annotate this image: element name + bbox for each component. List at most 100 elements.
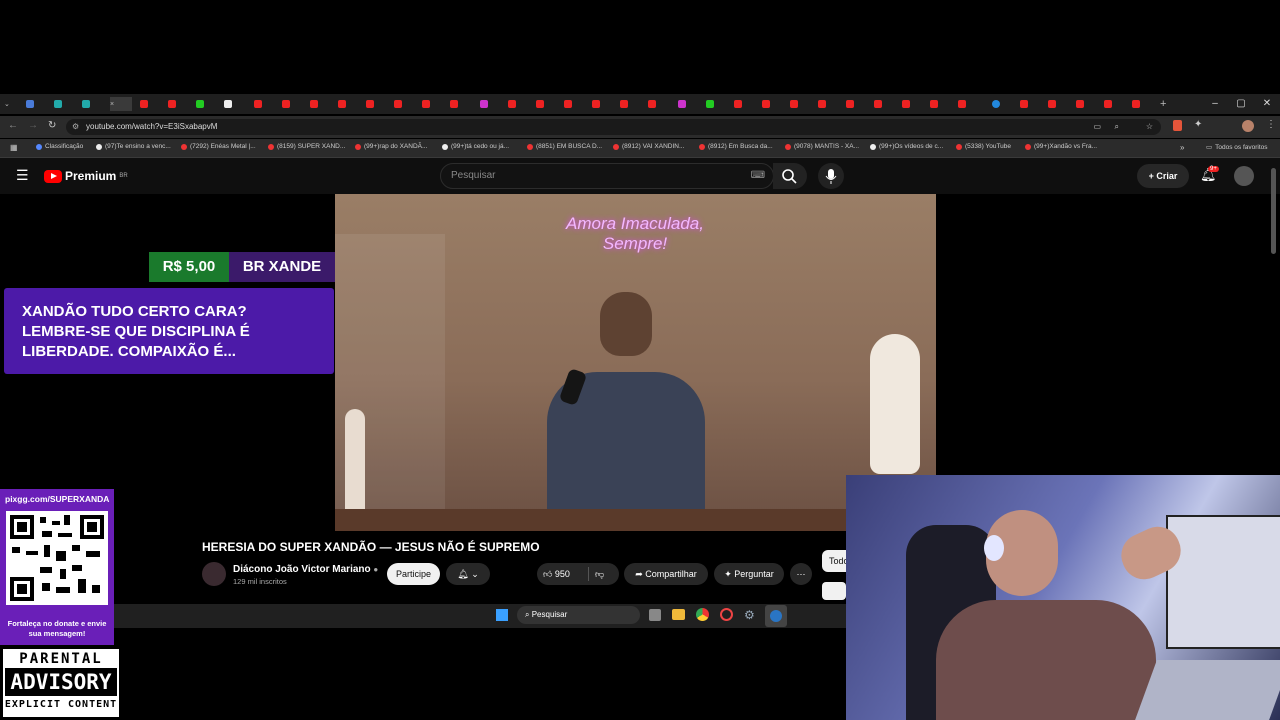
star-icon[interactable]: ☆ <box>1146 119 1153 135</box>
minimize-icon[interactable]: – <box>1202 94 1228 114</box>
browser-tab[interactable] <box>790 97 816 111</box>
browser-tab[interactable] <box>196 97 222 111</box>
browser-tab[interactable] <box>282 97 308 111</box>
taskbar-search[interactable]: ⌕ Pesquisar <box>517 606 640 624</box>
reload-icon[interactable]: ↻ <box>48 120 56 131</box>
browser-tab[interactable] <box>338 97 364 111</box>
browser-tab[interactable] <box>508 97 534 111</box>
browser-tab[interactable] <box>254 97 280 111</box>
task-view-icon[interactable] <box>649 609 661 621</box>
browser-tab[interactable] <box>620 97 646 111</box>
voice-search-button[interactable] <box>818 163 844 189</box>
bookmark-item[interactable]: Classificação <box>36 143 83 150</box>
browser-tab[interactable] <box>1048 97 1074 111</box>
keyboard-icon[interactable]: ⌨ <box>751 164 765 188</box>
url-field[interactable]: ⚙ youtube.com/watch?v=E3iSxabapvM ▭ ⌕ ☆ <box>66 119 1161 135</box>
chrome-icon[interactable] <box>696 608 709 621</box>
channel-avatar[interactable] <box>202 562 226 586</box>
browser-tab[interactable] <box>450 97 476 111</box>
join-button[interactable]: Participe <box>387 563 440 585</box>
bookmark-item[interactable]: (99+)rap do XANDÃ... <box>355 143 427 150</box>
browser-tab[interactable] <box>902 97 928 111</box>
maximize-icon[interactable]: ▢ <box>1228 94 1254 114</box>
bookmark-item[interactable]: (8912) VAI XANDIN... <box>613 143 684 150</box>
zoom-icon[interactable]: ⌕ <box>1115 119 1119 135</box>
cast-icon[interactable]: ▭ <box>1093 119 1101 135</box>
browser-tab[interactable] <box>224 97 250 111</box>
browser-tab[interactable] <box>394 97 420 111</box>
bookmark-item[interactable]: (5338) YouTube <box>956 143 1011 150</box>
subscribed-bell-button[interactable]: 🔔︎ ⌄ <box>446 563 490 585</box>
hamburger-menu-icon[interactable]: ☰ <box>16 167 29 184</box>
chevron-right-icon[interactable]: » <box>1180 143 1184 152</box>
browser-tab[interactable] <box>82 97 108 111</box>
browser-tab[interactable] <box>26 97 52 111</box>
channel-name[interactable]: Diácono João Victor Mariano ● <box>233 564 378 575</box>
account-avatar[interactable] <box>1234 166 1254 186</box>
browser-tab[interactable] <box>140 97 166 111</box>
windows-start-icon[interactable] <box>496 609 508 621</box>
browser-tab[interactable] <box>846 97 872 111</box>
browser-tab[interactable] <box>930 97 956 111</box>
browser-tab[interactable] <box>54 97 80 111</box>
forward-icon[interactable]: → <box>28 120 38 131</box>
browser-tab[interactable] <box>648 97 674 111</box>
steam-taskbar-button[interactable] <box>765 605 787 627</box>
app-icon[interactable] <box>720 608 733 621</box>
extensions-icon[interactable]: ✦ <box>1194 119 1202 130</box>
create-button[interactable]: + Criar <box>1137 164 1189 188</box>
bookmark-item[interactable]: (8912) Em Busca da... <box>699 143 773 150</box>
browser-tab[interactable] <box>1104 97 1130 111</box>
bookmark-item[interactable]: (97)Te ensino a venc... <box>96 143 171 150</box>
browser-tab[interactable] <box>992 97 1018 111</box>
all-bookmarks-folder[interactable]: ▭ Todos os favoritos <box>1206 143 1268 152</box>
search-input[interactable]: Pesquisar ⌨ <box>440 163 774 189</box>
file-explorer-icon[interactable] <box>672 609 685 620</box>
browser-tab[interactable] <box>480 97 506 111</box>
bookmark-item[interactable]: (99+)Xandão vs Fra... <box>1025 143 1097 150</box>
browser-tab[interactable] <box>734 97 760 111</box>
browser-tab[interactable] <box>536 97 562 111</box>
browser-tab[interactable] <box>706 97 732 111</box>
bookmark-item[interactable]: (8851) EM BUSCA D... <box>527 143 602 150</box>
site-info-icon[interactable]: ⚙ <box>72 119 79 135</box>
close-icon[interactable]: × <box>110 101 114 108</box>
ask-button[interactable]: ✦ Perguntar <box>714 563 784 585</box>
page-scrollbar[interactable] <box>1271 168 1276 254</box>
share-button[interactable]: ➦ Compartilhar <box>624 563 708 585</box>
like-button[interactable]: 👍︎ 950 <box>543 563 570 585</box>
browser-tab[interactable] <box>1020 97 1046 111</box>
close-window-icon[interactable]: ✕ <box>1254 94 1280 114</box>
profile-avatar[interactable] <box>1242 120 1254 132</box>
bookmark-item[interactable]: (9078) MANTIS - XA... <box>785 143 859 150</box>
active-tab[interactable]: × <box>110 97 132 111</box>
new-tab-button[interactable]: + <box>1160 97 1186 111</box>
browser-tab[interactable] <box>1076 97 1102 111</box>
browser-tab[interactable] <box>168 97 194 111</box>
browser-tab[interactable] <box>818 97 844 111</box>
bookmark-item[interactable]: (8159) SUPER XAND... <box>268 143 345 150</box>
extension-icon[interactable] <box>1173 120 1182 131</box>
bookmark-item[interactable]: (99+)tá cedo ou já... <box>442 143 509 150</box>
browser-tab[interactable] <box>366 97 392 111</box>
browser-tab[interactable] <box>874 97 900 111</box>
browser-tab[interactable] <box>958 97 984 111</box>
related-thumbnail[interactable] <box>822 582 846 600</box>
browser-tab[interactable] <box>564 97 590 111</box>
bookmark-item[interactable]: (99+)Os vídeos de c... <box>870 143 943 150</box>
search-button[interactable] <box>773 163 807 189</box>
youtube-logo[interactable]: Premium BR <box>44 169 128 183</box>
more-actions-button[interactable]: ⋯ <box>790 563 812 585</box>
browser-tab[interactable] <box>678 97 704 111</box>
settings-gear-icon[interactable]: ⚙ <box>744 608 755 622</box>
browser-tab[interactable] <box>762 97 788 111</box>
back-icon[interactable]: ← <box>8 120 18 131</box>
browser-tab[interactable] <box>1132 97 1158 111</box>
browser-tab[interactable] <box>592 97 618 111</box>
dislike-button[interactable]: 👎︎ <box>595 563 604 585</box>
apps-grid-icon[interactable]: ▦ <box>10 143 18 152</box>
browser-tab[interactable] <box>422 97 448 111</box>
browser-tab[interactable] <box>310 97 336 111</box>
bookmark-item[interactable]: (7292) Enéas Metal |... <box>181 143 256 150</box>
menu-kebab-icon[interactable]: ⋮ <box>1266 119 1276 130</box>
